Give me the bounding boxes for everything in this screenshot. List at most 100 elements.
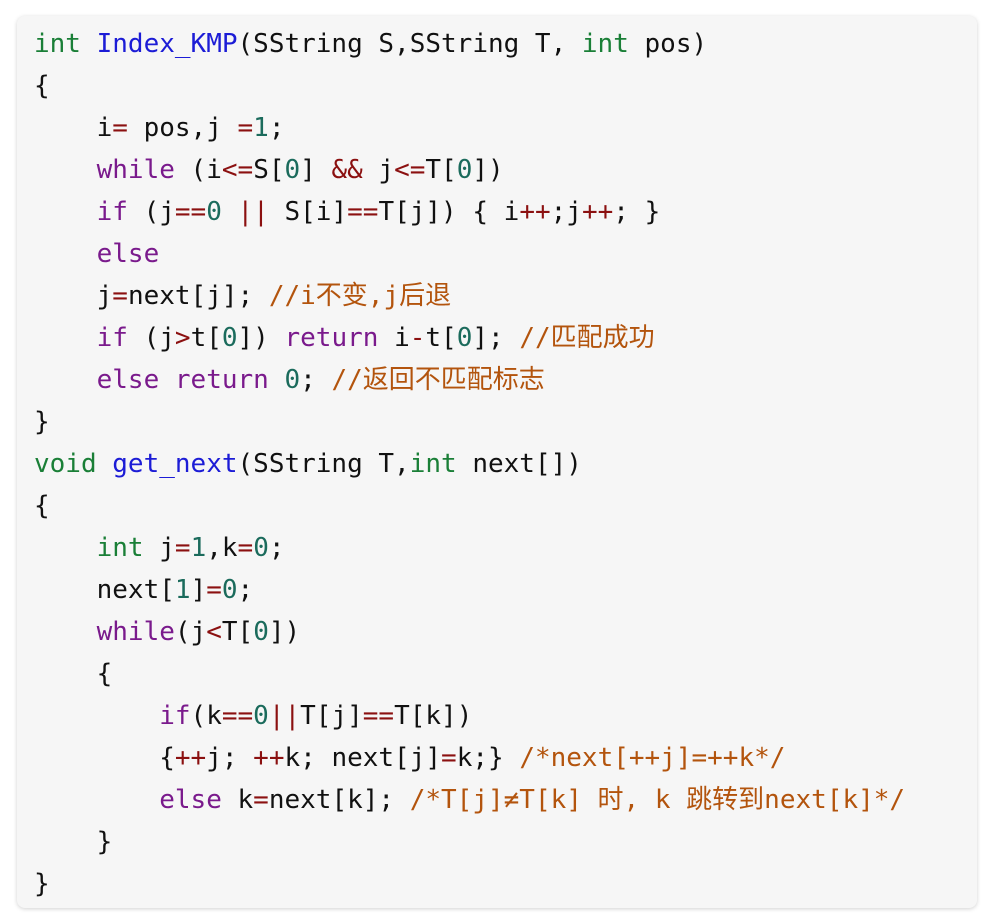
code-text: ]; <box>472 323 520 353</box>
code-text: ; <box>237 575 254 605</box>
operator: || <box>237 197 269 227</box>
code-text: { <box>159 743 175 773</box>
code-comment: /*next[++j]=++k*/ <box>519 743 786 773</box>
code-line: while(j<T[0]) <box>34 611 977 653</box>
code-text: S[i] <box>268 197 348 227</box>
operator: = <box>237 533 254 563</box>
type-keyword: int <box>96 533 144 563</box>
code-text: t[ <box>425 323 457 353</box>
type-keyword: int <box>34 29 81 59</box>
code-block: int Index_KMP(SString S,SString T, int p… <box>17 16 977 908</box>
operator: < <box>206 617 222 647</box>
code-text: i <box>378 323 410 353</box>
code-comment: //匹配成功 <box>519 323 655 353</box>
code-text: ] <box>300 155 332 185</box>
code-line: int Index_KMP(SString S,SString T, int p… <box>34 23 977 65</box>
operator: == <box>221 701 254 731</box>
code-line: while (i<=S[0] && j<=T[0]) <box>34 149 977 191</box>
control-keyword: else <box>96 239 160 269</box>
operator: = <box>253 785 269 815</box>
code-line: else return 0; //返回不匹配标志 <box>34 359 977 401</box>
code-text: j <box>143 533 175 563</box>
code-line: j=next[j]; //i不变,j后退 <box>34 275 977 317</box>
code-comment: //返回不匹配标志 <box>331 365 545 395</box>
code-text: ; } <box>613 197 661 227</box>
code-text: } <box>34 869 50 899</box>
code-text: k <box>221 785 254 815</box>
number-literal: 0 <box>221 575 238 605</box>
code-line: else k=next[k]; /*T[j]≠T[k] 时, k 跳转到next… <box>34 779 977 821</box>
code-text: (SString S,SString T, <box>237 29 582 59</box>
operator: = <box>206 575 222 605</box>
code-line: int j=1,k=0; <box>34 527 977 569</box>
code-text: T[ <box>221 617 254 647</box>
code-text: (k <box>190 701 222 731</box>
code-text: } <box>96 827 113 857</box>
code-text: next[j]; <box>127 281 269 311</box>
function-name: get_next <box>112 449 238 479</box>
code-comment: //i不变,j后退 <box>268 281 452 311</box>
number-literal: 0 <box>456 155 473 185</box>
control-keyword: else <box>96 365 160 395</box>
number-literal: 0 <box>206 197 222 227</box>
code-line: if (j==0 || S[i]==T[j]) { i++;j++; } <box>34 191 977 233</box>
code-text: i <box>96 113 113 143</box>
number-literal: 1 <box>253 113 269 143</box>
code-text: (i <box>174 155 222 185</box>
operator: ++ <box>581 197 614 227</box>
code-text: (SString T, <box>237 449 410 479</box>
code-text: ] <box>190 575 207 605</box>
operator: - <box>409 323 426 353</box>
code-text: next[ <box>96 575 175 605</box>
type-keyword: int <box>409 449 457 479</box>
operator: && <box>331 155 363 185</box>
control-keyword: if <box>96 323 128 353</box>
code-text: next[k]; <box>268 785 410 815</box>
operator: || <box>268 701 301 731</box>
code-text: k;} <box>456 743 520 773</box>
code-line: void get_next(SString T,int next[]) <box>34 443 977 485</box>
code-text: j <box>362 155 395 185</box>
code-text: ; <box>268 113 285 143</box>
operator: ++ <box>253 743 285 773</box>
type-keyword: int <box>581 29 629 59</box>
control-keyword: if <box>159 701 191 731</box>
code-line: } <box>34 821 977 863</box>
operator: = <box>112 113 128 143</box>
code-text: ; <box>300 365 332 395</box>
operator: = <box>174 533 191 563</box>
code-text: ]) <box>268 617 301 647</box>
operator: = <box>112 281 128 311</box>
number-literal: 0 <box>456 323 473 353</box>
operator: <= <box>394 155 426 185</box>
number-literal: 0 <box>253 701 269 731</box>
number-literal: 0 <box>253 617 269 647</box>
control-keyword: if <box>96 197 128 227</box>
number-literal: 1 <box>174 575 191 605</box>
code-text: { <box>34 491 50 521</box>
code-text: t[ <box>190 323 222 353</box>
code-line: else <box>34 233 977 275</box>
operator: == <box>174 197 207 227</box>
code-text: k; next[j] <box>284 743 442 773</box>
operator: == <box>347 197 379 227</box>
number-literal: 1 <box>190 533 207 563</box>
control-keyword: return <box>284 323 379 353</box>
code-line: { <box>34 653 977 695</box>
code-text: pos,j <box>127 113 238 143</box>
control-keyword: while <box>96 617 175 647</box>
